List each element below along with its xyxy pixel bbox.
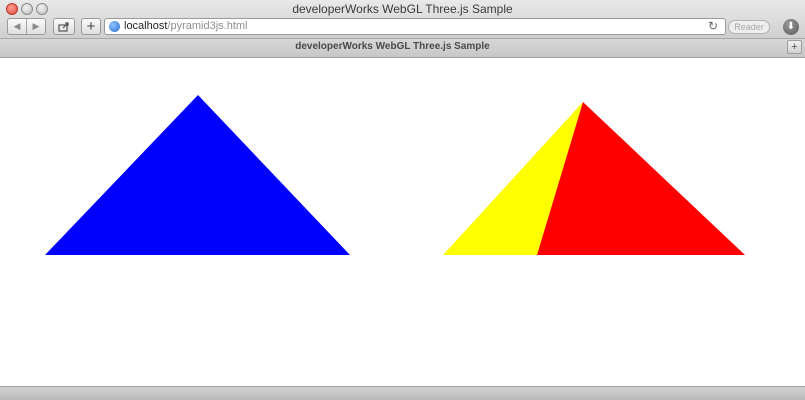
- forward-arrow-icon[interactable]: ▶: [27, 21, 45, 32]
- url-host: localhost: [124, 20, 168, 32]
- reader-button[interactable]: Reader: [728, 20, 770, 34]
- tab-bar: developerWorks WebGL Three.js Sample +: [0, 39, 805, 58]
- window-title: developerWorks WebGL Three.js Sample: [292, 2, 513, 16]
- address-url: localhost/pyramid3js.html: [124, 19, 248, 34]
- reload-icon[interactable]: ↻: [708, 19, 718, 34]
- share-icon: [58, 21, 69, 32]
- new-tab-button[interactable]: +: [787, 40, 802, 54]
- browser-window: developerWorks WebGL Three.js Sample ◀ ▶…: [0, 0, 805, 400]
- tab-active[interactable]: developerWorks WebGL Three.js Sample: [0, 41, 785, 52]
- address-bar[interactable]: localhost/pyramid3js.html ↻: [104, 18, 726, 35]
- status-bar: [0, 386, 805, 400]
- downloads-icon[interactable]: ⬇: [783, 19, 799, 35]
- blue-triangle: [45, 95, 350, 255]
- add-bookmark-button[interactable]: +: [81, 18, 101, 35]
- webgl-canvas[interactable]: [0, 58, 805, 386]
- scene-svg: [45, 95, 745, 255]
- globe-icon: [109, 21, 120, 32]
- back-forward-buttons: ◀ ▶: [7, 18, 46, 35]
- share-button[interactable]: [53, 18, 75, 35]
- url-path: /pyramid3js.html: [167, 20, 248, 32]
- back-arrow-icon[interactable]: ◀: [8, 21, 26, 32]
- browser-toolbar: developerWorks WebGL Three.js Sample ◀ ▶…: [0, 0, 805, 39]
